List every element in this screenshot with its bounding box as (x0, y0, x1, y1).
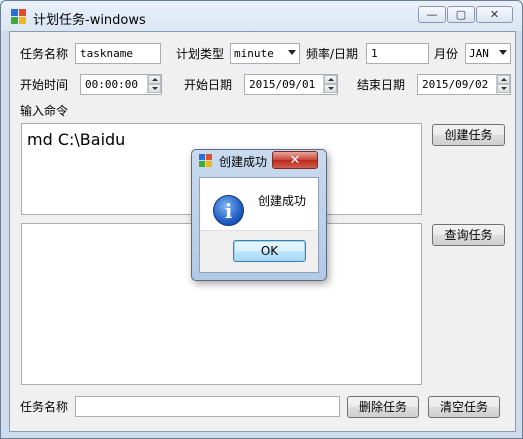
dialog-title: 创建成功 (219, 155, 268, 169)
end-date-label: 结束日期 (357, 78, 406, 92)
query-task-button[interactable]: 查询任务 (432, 224, 505, 246)
dialog-body: i 创建成功 OK (199, 177, 319, 273)
month-select[interactable]: JAN (465, 43, 511, 64)
end-date-spinner[interactable] (496, 75, 510, 94)
ok-button[interactable]: OK (233, 240, 306, 262)
delete-task-button[interactable]: 删除任务 (347, 396, 419, 418)
maximize-button[interactable]: ▢ (447, 6, 475, 23)
command-text: md C:\Baidu (27, 130, 126, 149)
spin-up-icon[interactable] (148, 75, 161, 84)
month-label: 月份 (434, 47, 459, 61)
spin-down-icon[interactable] (324, 84, 337, 93)
frequency-label: 频率/日期 (306, 47, 359, 61)
close-button[interactable]: ✕ (476, 6, 513, 23)
clear-task-button[interactable]: 清空任务 (428, 396, 500, 418)
create-task-button[interactable]: 创建任务 (432, 124, 505, 146)
start-time-label: 开始时间 (20, 78, 69, 92)
spin-up-icon[interactable] (497, 75, 510, 84)
start-time-spinner[interactable] (147, 75, 161, 94)
info-icon: i (213, 195, 244, 226)
spin-down-icon[interactable] (148, 84, 161, 93)
month-value: JAN (469, 47, 489, 60)
app-icon (11, 9, 27, 25)
start-time-input[interactable]: 00:00:00 (80, 74, 162, 95)
dialog-app-icon (199, 154, 213, 168)
start-date-value: 2015/09/01 (249, 78, 316, 91)
task-name-input[interactable]: taskname (75, 43, 161, 64)
dialog-close-button[interactable]: ✕ (272, 151, 318, 169)
end-date-value: 2015/09/02 (422, 78, 489, 91)
minimize-button[interactable]: — (418, 6, 446, 23)
chevron-down-icon (499, 50, 507, 55)
window-title: 计划任务-windows (33, 13, 146, 28)
start-date-input[interactable]: 2015/09/01 (244, 74, 338, 95)
end-date-input[interactable]: 2015/09/02 (417, 74, 511, 95)
frequency-input[interactable]: 1 (366, 43, 429, 64)
schedule-type-select[interactable]: minute (230, 43, 300, 64)
bottom-task-name-input[interactable] (75, 396, 340, 417)
dialog-message: 创建成功 (258, 194, 307, 208)
spin-up-icon[interactable] (324, 75, 337, 84)
schedule-type-label: 计划类型 (176, 47, 225, 61)
start-date-label: 开始日期 (184, 78, 233, 92)
start-date-spinner[interactable] (323, 75, 337, 94)
schedule-type-value: minute (234, 47, 274, 60)
spin-down-icon[interactable] (497, 84, 510, 93)
bottom-task-name-label: 任务名称 (20, 400, 69, 414)
chevron-down-icon (288, 50, 296, 55)
success-dialog: 创建成功 ✕ i 创建成功 OK (191, 149, 327, 281)
task-name-label: 任务名称 (20, 47, 69, 61)
start-time-value: 00:00:00 (85, 78, 138, 91)
command-label: 输入命令 (20, 104, 69, 118)
dialog-footer: OK (200, 230, 318, 272)
